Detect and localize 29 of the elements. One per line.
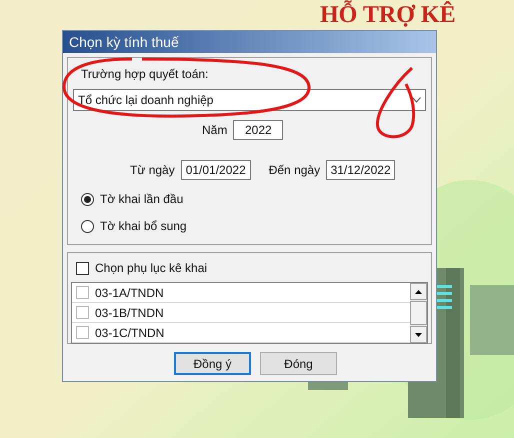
checkbox[interactable] [76, 286, 89, 299]
dialog-button[interactable]: Đồng ý [174, 352, 251, 375]
scrollbar[interactable] [410, 283, 427, 343]
radio-button[interactable] [81, 220, 94, 232]
radio-button[interactable] [81, 192, 94, 206]
chevron-down-icon [412, 97, 421, 103]
dropdown[interactable]: Tổ chức lại doanh nghiệp [73, 89, 426, 111]
radio-label: Tờ khai lần đầu [100, 191, 184, 208]
scroll-down-icon[interactable] [410, 326, 427, 343]
checkbox-label: Chọn phụ lục kê khai [95, 260, 208, 277]
field-label: Năm [202, 122, 228, 139]
field-label: Trường hợp quyết toán: [81, 66, 210, 83]
scroll-thumb[interactable] [410, 301, 427, 325]
date-field[interactable]: 01/01/2022 [180, 160, 251, 180]
date-field[interactable]: 31/12/2022 [326, 160, 396, 180]
list-item[interactable]: 03-1C/TNDN [72, 323, 410, 343]
radio-label: Tờ khai bổ sung [100, 218, 187, 235]
checkbox[interactable] [76, 306, 89, 319]
scroll-up-icon[interactable] [410, 283, 427, 300]
year-field[interactable]: 2022 [233, 120, 284, 140]
field-label: Đến ngày [268, 162, 320, 179]
list-item[interactable]: 03-1A/TNDN [72, 283, 410, 303]
dialog-button[interactable]: Đóng [260, 352, 337, 375]
list-item[interactable]: 03-1B/TNDN [72, 303, 410, 323]
checkbox[interactable] [76, 326, 89, 339]
field-label: Từ ngày [130, 162, 175, 179]
banner-title: HỖ TRỢ KÊ [320, 0, 456, 30]
window-title: Chọn kỳ tính thuế [69, 32, 179, 52]
checkbox[interactable] [76, 262, 89, 274]
